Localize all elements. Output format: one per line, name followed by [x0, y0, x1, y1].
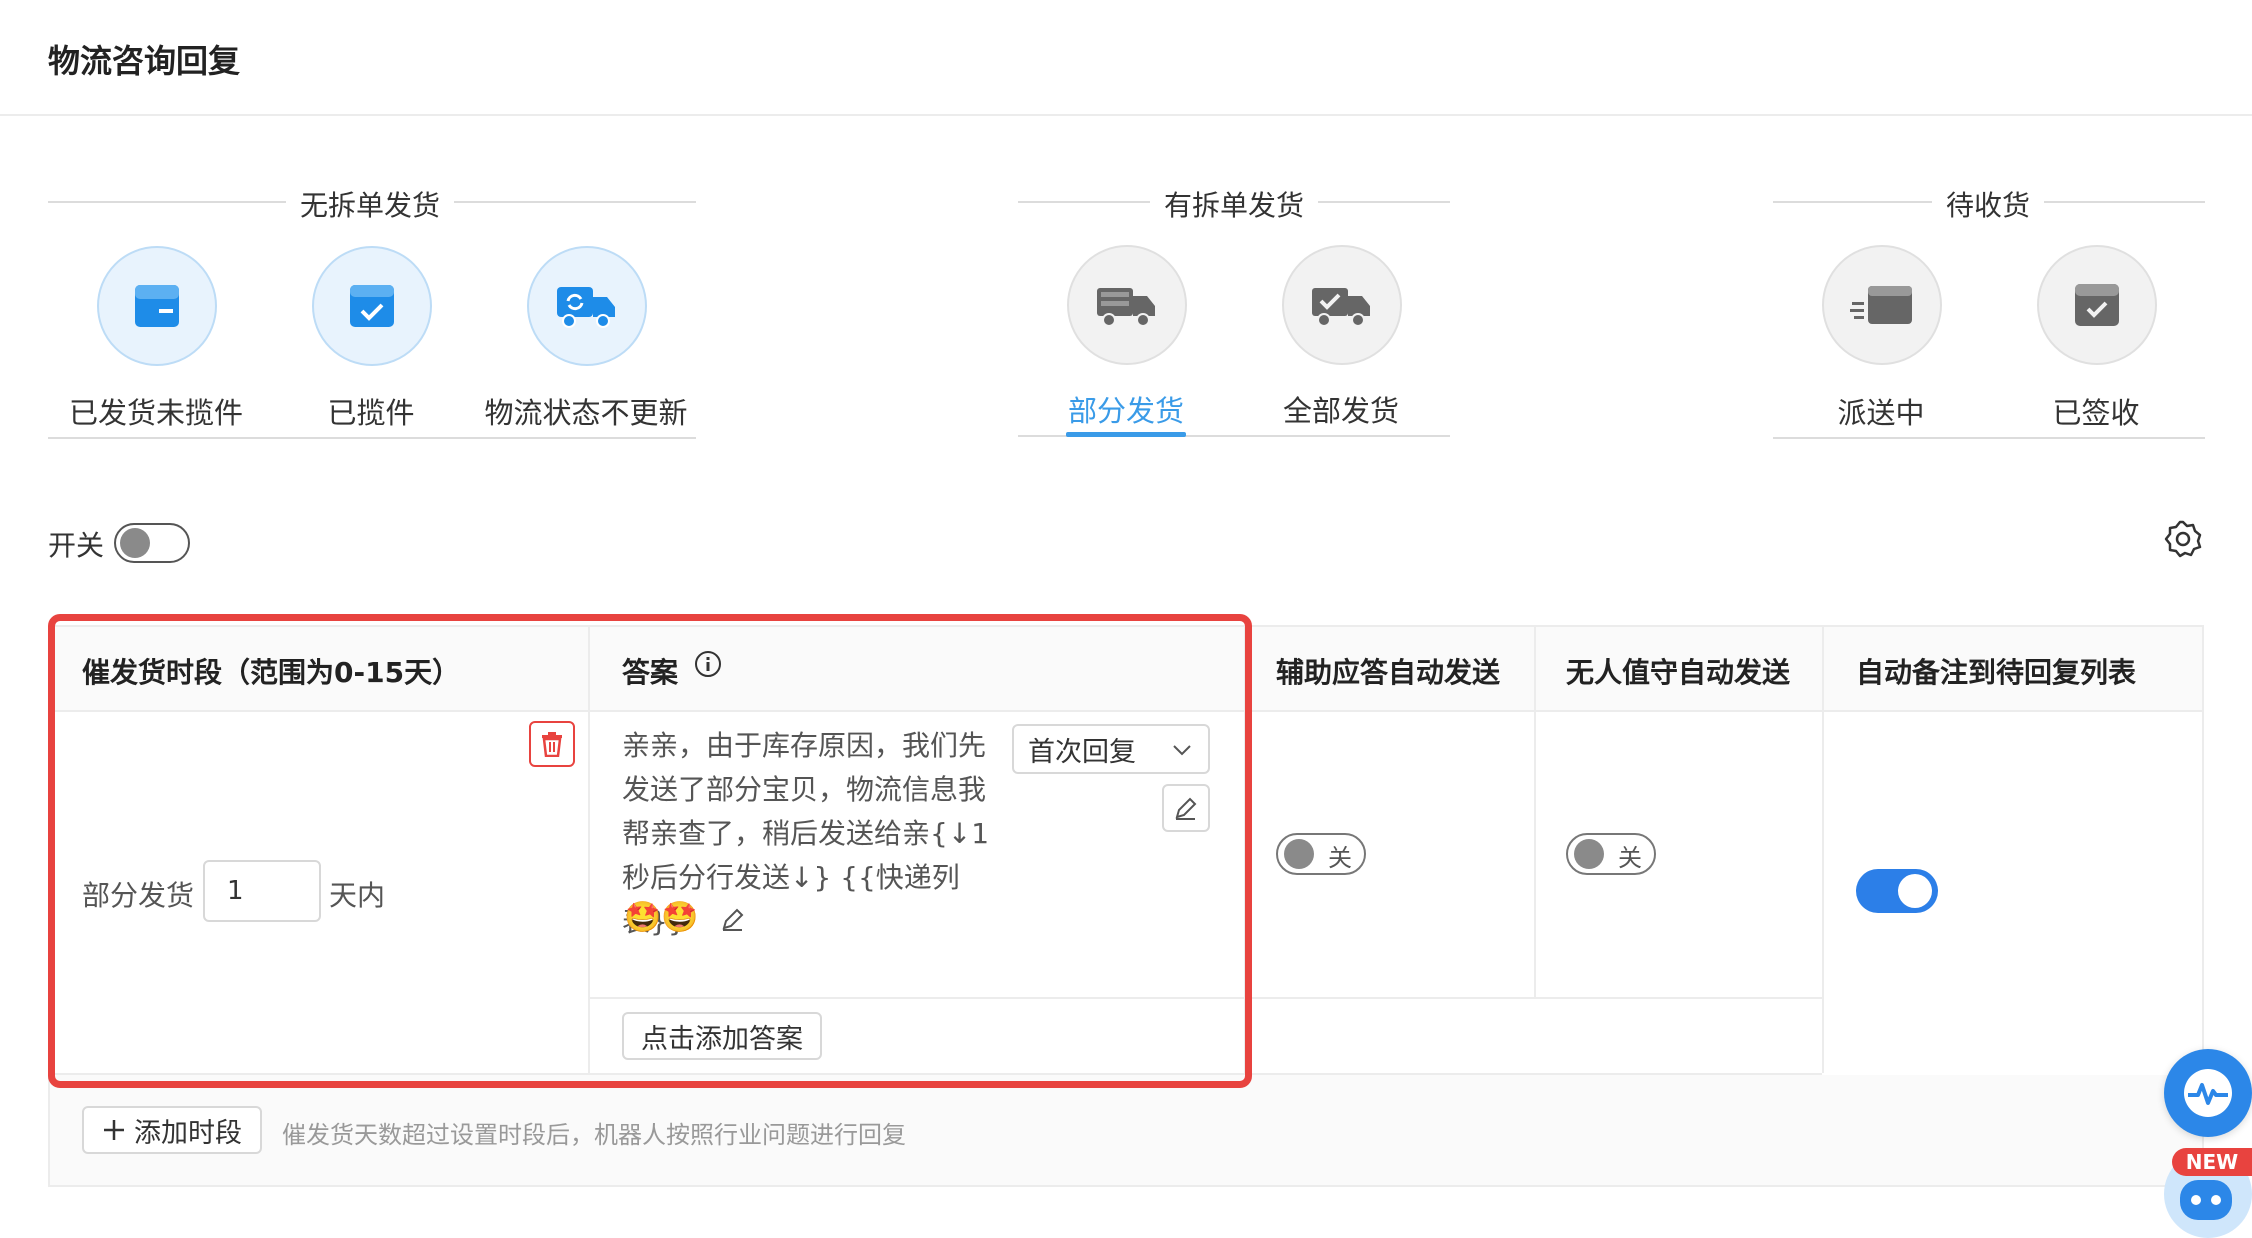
category-logistics-not-updated[interactable]	[527, 246, 647, 366]
category-full-shipment[interactable]	[1282, 245, 1402, 365]
add-period-button[interactable]: 添加时段	[82, 1106, 262, 1154]
category-collected[interactable]	[312, 246, 432, 366]
active-tab-indicator	[1066, 432, 1186, 437]
fast-box-icon	[1850, 286, 1912, 324]
category-signed[interactable]	[2037, 245, 2157, 365]
page-header	[0, 0, 2252, 116]
plus-icon	[104, 1120, 124, 1140]
category-label[interactable]: 全部发货	[1221, 388, 1461, 430]
unattended-auto-send-switch[interactable]: 关	[1566, 833, 1656, 875]
header-auto-note: 自动备注到待回复列表	[1856, 656, 2137, 689]
assist-auto-send-switch[interactable]: 关	[1276, 833, 1366, 875]
float-monitor-button[interactable]	[2164, 1049, 2252, 1137]
truck-refresh-icon	[557, 287, 615, 328]
truck-boxes-icon	[1097, 288, 1155, 327]
category-label[interactable]: 物流状态不更新	[466, 390, 706, 432]
box-check-icon	[350, 285, 394, 327]
switch-off-label: 关	[1618, 844, 1642, 872]
switch-off-label: 关	[1328, 844, 1352, 872]
category-label[interactable]: 已揽件	[251, 390, 491, 432]
add-period-label: 添加时段	[134, 1117, 242, 1149]
group-title-pending-receipt: 待收货	[1932, 184, 2045, 224]
category-label-active[interactable]: 部分发货	[1006, 388, 1246, 430]
settings-button[interactable]	[2163, 519, 2203, 563]
truck-check-icon	[1312, 288, 1370, 327]
category-delivering[interactable]	[1822, 245, 1942, 365]
gear-icon	[2164, 520, 2202, 558]
master-switch-toggle[interactable]	[114, 523, 190, 563]
new-badge: NEW	[2172, 1148, 2252, 1176]
master-switch-label: 开关	[48, 529, 105, 562]
column-divider	[1822, 627, 1824, 1073]
footer-hint: 催发货天数超过设置时段后，机器人按照行业问题进行回复	[282, 1121, 906, 1149]
highlight-frame	[48, 614, 1252, 1088]
group-title-split: 有拆单发货	[1150, 184, 1319, 224]
pulse-chat-icon	[2184, 1069, 2232, 1117]
box-card-icon	[135, 285, 179, 327]
header-unattended-auto-send: 无人值守自动发送	[1566, 656, 1791, 689]
column-divider	[1534, 627, 1536, 997]
category-label[interactable]: 已发货未揽件	[36, 390, 276, 432]
group-underline	[1773, 437, 2205, 439]
group-underline	[48, 437, 696, 439]
category-shipped-not-collected[interactable]	[97, 246, 217, 366]
box-signed-icon	[2075, 284, 2119, 326]
auto-note-switch[interactable]	[1856, 869, 1938, 913]
category-label[interactable]: 已签收	[1976, 390, 2216, 432]
category-partial-shipment[interactable]	[1067, 245, 1187, 365]
page-title: 物流咨询回复	[48, 42, 241, 80]
group-title-no-split: 无拆单发货	[286, 184, 455, 224]
category-label[interactable]: 派送中	[1761, 390, 2001, 432]
header-assist-auto-send: 辅助应答自动发送	[1276, 656, 1501, 689]
